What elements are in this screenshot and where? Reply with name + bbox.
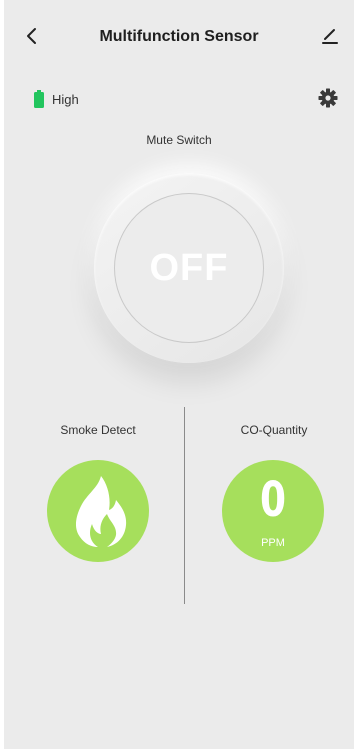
mute-switch-inner-ring: OFF <box>114 193 264 343</box>
sensor-screen: Multifunction Sensor High Mute Switch OF… <box>4 0 354 749</box>
smoke-detect-indicator[interactable] <box>47 460 149 562</box>
co-unit: PPM <box>261 537 285 549</box>
co-quantity-indicator[interactable]: 0 PPM <box>222 460 324 562</box>
smoke-detect-label: Smoke Detect <box>60 423 136 437</box>
mute-switch-state: OFF <box>149 246 229 289</box>
panel-divider <box>184 407 185 604</box>
co-quantity-label: CO-Quantity <box>240 423 308 437</box>
settings-button[interactable] <box>316 86 340 110</box>
header: Multifunction Sensor <box>4 0 354 72</box>
mute-switch-button[interactable]: OFF <box>94 173 284 363</box>
battery-status: High <box>34 88 79 110</box>
edit-button[interactable] <box>316 22 344 50</box>
mute-switch-label: Mute Switch <box>146 133 212 147</box>
flame-icon <box>75 476 127 547</box>
edit-pencil-icon <box>322 29 338 44</box>
battery-full-icon <box>34 90 44 108</box>
page-title: Multifunction Sensor <box>99 28 259 45</box>
battery-level-text: High <box>52 91 79 107</box>
gear-icon <box>318 88 338 108</box>
co-value: 0 <box>259 472 287 528</box>
